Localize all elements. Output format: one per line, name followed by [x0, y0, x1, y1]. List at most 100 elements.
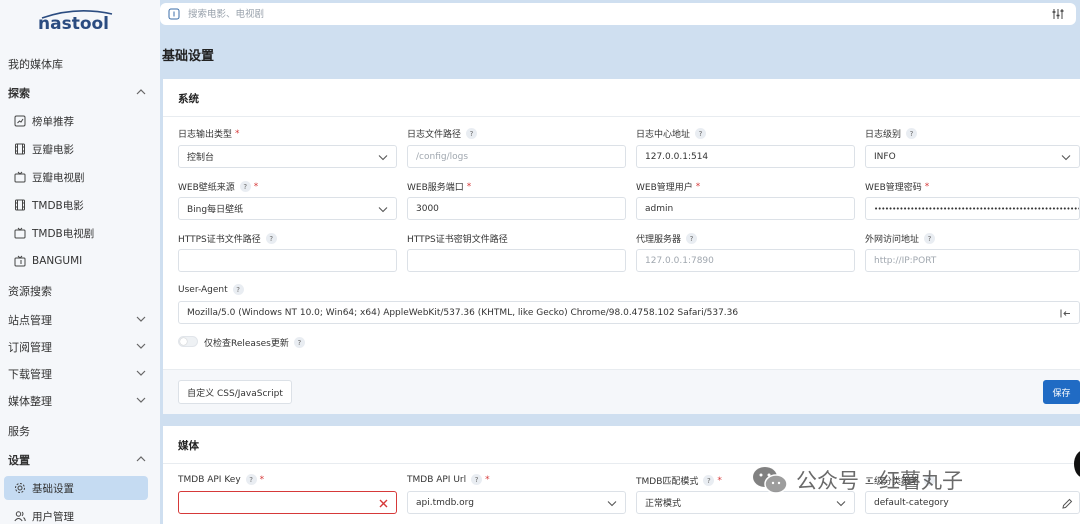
sidebar-item-tmdb-movie[interactable]: TMDB电影 [0, 193, 160, 217]
help-icon[interactable]: ? [924, 233, 936, 244]
sidebar-item-media-library[interactable]: 我的媒体库 [0, 52, 160, 76]
sidebar-item-services[interactable]: 服务 [0, 419, 160, 443]
web-user-label: WEB管理用户 * [636, 180, 700, 194]
page-title: 基础设置 [162, 49, 215, 64]
proxy-label: 代理服务器? [636, 232, 698, 245]
filter-settings-icon[interactable] [1052, 8, 1064, 20]
releases-only-toggle[interactable] [178, 336, 198, 347]
sidebar-item-sites[interactable]: 站点管理 [0, 308, 160, 332]
web-user-input[interactable]: admin [636, 197, 855, 220]
log-path-input[interactable]: /config/logs [407, 145, 626, 168]
domain-input[interactable]: http://IP:PORT [865, 249, 1080, 272]
input-value: 3000 [416, 203, 439, 214]
label-text: TMDB API Url [407, 474, 467, 485]
tmdb-key-label: TMDB API Key? * [178, 474, 264, 485]
required-mark: * [466, 181, 472, 192]
proxy-input[interactable]: 127.0.0.1:7890 [636, 249, 855, 272]
card-footer [163, 369, 1080, 414]
tmdb-key-input[interactable] [178, 491, 397, 514]
sidebar-item-label: 用户管理 [32, 510, 74, 523]
label-text: HTTPS证书密钥文件路径 [407, 235, 508, 245]
user-agent-input[interactable]: Mozilla/5.0 (Windows NT 10.0; Win64; x64… [178, 301, 1080, 324]
sidebar-item-label: TMDB电视剧 [32, 227, 95, 240]
sidebar-item-media-organize[interactable]: 媒体整理 [0, 389, 160, 413]
select-value: INFO [874, 151, 896, 162]
save-button[interactable]: 保存 [1043, 380, 1080, 404]
film-icon [15, 199, 25, 211]
web-password-input[interactable]: ••••••••••••••••••••••••••••••••••••••••… [865, 197, 1080, 220]
help-icon[interactable]: ? [686, 233, 698, 244]
chevron-down-icon [136, 370, 146, 376]
sidebar-item-douban-movie[interactable]: 豆瓣电影 [0, 137, 160, 161]
help-icon[interactable]: ? [695, 128, 707, 139]
web-port-input[interactable]: 3000 [407, 197, 626, 220]
sidebar-item-douban-tv[interactable]: 豆瓣电视剧 [0, 165, 160, 189]
tv-icon [14, 227, 26, 239]
edit-icon[interactable] [1062, 498, 1073, 509]
text-direction-icon [1060, 309, 1070, 318]
help-icon[interactable]: ? [471, 474, 483, 485]
wallpaper-select[interactable]: Bing每日壁纸 [178, 197, 397, 220]
log-server-input[interactable]: 127.0.0.1:514 [636, 145, 855, 168]
ssl-cert-input[interactable] [178, 249, 397, 272]
sidebar-item-label: 豆瓣电视剧 [32, 171, 85, 184]
help-icon[interactable]: ? [239, 181, 251, 192]
sidebar-item-settings[interactable]: 设置 [0, 448, 160, 472]
required-mark: * [235, 128, 240, 139]
search-bar[interactable] [160, 3, 1076, 25]
chevron-up-icon [136, 456, 146, 462]
label-text: 仅检查Releases更新 [204, 339, 289, 349]
ssl-cert-label: HTTPS证书文件路径? [178, 232, 277, 245]
chevron-down-icon [607, 501, 617, 507]
log-level-select[interactable]: INFO [865, 145, 1080, 168]
select-value: api.tmdb.org [416, 497, 474, 508]
film-icon [15, 143, 25, 155]
ssl-key-input[interactable] [407, 249, 626, 272]
system-settings-card: 系统 [163, 79, 1080, 414]
wechat-logo-icon [753, 467, 788, 494]
sidebar-item-tmdb-tv[interactable]: TMDB电视剧 [0, 221, 160, 245]
select-value: Bing每日壁纸 [187, 205, 244, 215]
help-icon[interactable]: ? [703, 475, 715, 486]
tv-retro-icon [14, 255, 26, 267]
help-icon[interactable]: ? [265, 233, 277, 244]
sidebar-item-label: 媒体整理 [8, 395, 52, 408]
label-text: WEB管理用户 [636, 183, 693, 193]
help-icon[interactable]: ? [293, 337, 305, 348]
sidebar-item-resource-search[interactable]: 资源搜索 [0, 279, 160, 303]
log-type-select[interactable]: 控制台 [178, 145, 397, 168]
input-placeholder: /config/logs [416, 151, 469, 162]
web-port-label: WEB服务端口 * [407, 180, 472, 194]
button-label: 保存 [1052, 388, 1071, 399]
search-icon [168, 8, 180, 20]
custom-css-js-button[interactable]: 自定义 CSS/JavaScript [178, 380, 292, 404]
chevron-down-icon [136, 397, 146, 403]
input-value: Mozilla/5.0 (Windows NT 10.0; Win64; x64… [187, 307, 739, 318]
help-icon[interactable]: ? [245, 474, 257, 485]
required-mark: * [485, 474, 490, 485]
sidebar-item-subscriptions[interactable]: 订阅管理 [0, 335, 160, 359]
search-input[interactable] [188, 6, 988, 22]
label-text: 日志中心地址 [636, 130, 691, 140]
releases-only-label: 仅检查Releases更新? [204, 336, 305, 349]
user-agent-label: User-Agent? [178, 284, 244, 295]
card-title: 系统 [178, 93, 199, 105]
help-icon[interactable]: ? [906, 128, 918, 139]
nastool-logo[interactable]: nastool [36, 8, 116, 38]
input-value: admin [645, 203, 674, 214]
sidebar-item-downloads[interactable]: 下载管理 [0, 362, 160, 386]
input-placeholder: http://IP:PORT [874, 255, 937, 266]
tv-icon [14, 171, 26, 183]
sidebar-item-rankings[interactable]: 榜单推荐 [0, 109, 160, 133]
sidebar: nastool 我的媒体库 探索 榜单推荐 豆瓣电影 豆瓣电视剧 TMDB电影 … [0, 0, 160, 524]
sidebar-item-users[interactable]: 用户管理 [0, 504, 160, 524]
sidebar-item-bangumi[interactable]: BANGUMI [0, 249, 160, 273]
sidebar-item-explore[interactable]: 探索 [0, 81, 160, 105]
input-value: 127.0.0.1:514 [645, 151, 709, 162]
error-x-icon [379, 499, 388, 508]
sidebar-item-label: 基础设置 [32, 482, 74, 495]
help-icon[interactable]: ? [232, 284, 244, 295]
sidebar-item-basic-settings[interactable]: 基础设置 [4, 476, 148, 500]
tmdb-url-select[interactable]: api.tmdb.org [407, 491, 626, 514]
help-icon[interactable]: ? [466, 128, 478, 139]
